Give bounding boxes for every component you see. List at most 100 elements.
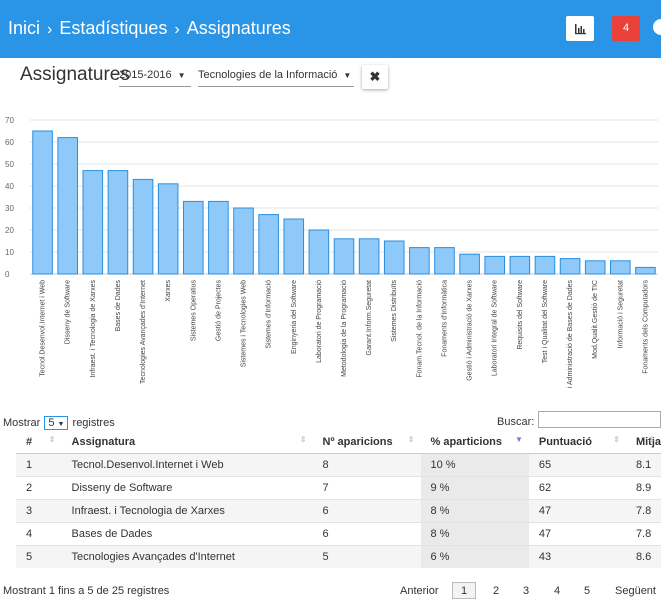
cell-average: 7.8	[625, 522, 661, 546]
cell-average: 8.9	[625, 476, 661, 500]
bar	[82, 170, 104, 275]
sort-icon: ⇕	[299, 435, 307, 444]
x-tick-label: Test i Qualitat del Software	[542, 280, 549, 363]
bar	[132, 178, 154, 275]
cell-appearances: 5	[312, 545, 421, 568]
x-tick-label: Tecnologies Avançades d'Internet	[140, 280, 147, 384]
bar	[57, 137, 78, 275]
cell-score: 47	[528, 499, 626, 523]
breadcrumb-stats-link[interactable]: Estadístiques	[59, 18, 167, 38]
column-header-number[interactable]: # ⇕	[16, 431, 62, 454]
x-tick-label: Enginyeria del Software	[291, 280, 298, 354]
cell-score: 65	[528, 453, 626, 477]
bar	[208, 200, 229, 275]
sort-icon: ⇕	[613, 435, 620, 444]
table-row: 1 Tecnol.Desenvol.Internet i Web 8 10 % …	[16, 453, 661, 477]
cell-number: 1	[16, 453, 62, 477]
column-header-score[interactable]: Puntuació ⇕	[528, 431, 626, 454]
cell-subject: Infraest. i Tecnologia de Xarxes	[61, 499, 313, 523]
chevron-down-icon: ▼	[177, 71, 186, 80]
bar	[459, 253, 480, 275]
bar	[358, 238, 380, 275]
y-tick-label: 60	[5, 138, 14, 147]
table-row: 2 Disseny de Software 7 9 % 62 8.9	[16, 476, 661, 500]
page-length-control: Mostrar 5 ▼ registres	[3, 416, 115, 430]
pagination-previous[interactable]: Anterior	[400, 585, 439, 597]
cell-subject: Bases de Dades	[61, 522, 313, 546]
bar	[409, 247, 430, 275]
pagination-page-1[interactable]: 1	[461, 585, 467, 597]
pagination-page-4[interactable]: 4	[554, 585, 560, 597]
bar	[333, 238, 355, 275]
page-length-select[interactable]: 5 ▼	[44, 416, 69, 430]
clear-filters-button[interactable]: ✖	[362, 65, 388, 89]
bar	[584, 260, 606, 275]
y-tick-label: 30	[5, 204, 14, 213]
column-header-subject[interactable]: Assignatura ⇕	[61, 431, 313, 454]
x-tick-label: Sistemes i Tecnologies Web	[241, 280, 248, 367]
sort-icon: ⇕	[648, 435, 655, 444]
cell-appearances: 6	[312, 522, 421, 546]
page-length-suffix: registres	[72, 417, 115, 429]
bar	[635, 266, 656, 275]
x-tick-label: Mod.Qualit.Gestió de TIC	[592, 280, 599, 359]
x-tick-label: Disseny de Software	[65, 280, 72, 344]
y-tick-label: 10	[5, 248, 14, 257]
page-length-value: 5	[48, 417, 55, 429]
x-tick-label: Fonaments dels Computadors	[642, 280, 649, 374]
chart-view-button[interactable]	[566, 16, 594, 41]
bar	[509, 255, 531, 275]
y-tick-label: 40	[5, 182, 14, 191]
y-tick-label: 70	[5, 116, 14, 125]
pagination-page-5[interactable]: 5	[584, 585, 590, 597]
bar	[32, 130, 53, 275]
degree-select[interactable]: Tecnologies de la Informació ▼	[198, 69, 354, 87]
year-select[interactable]: 2015-2016 ▼	[119, 69, 191, 87]
pagination-next[interactable]: Següent	[615, 585, 656, 597]
cell-appearances: 6	[312, 499, 421, 523]
cell-appearances: 7	[312, 476, 421, 500]
column-header-average[interactable]: Mitja ⇕	[625, 431, 661, 454]
cell-percent: 8 %	[420, 522, 529, 546]
x-tick-label: Garant.Inform.Seguretat	[366, 280, 373, 356]
cell-appearances: 8	[312, 453, 421, 477]
notifications-button[interactable]: 4	[612, 16, 640, 41]
cell-number: 5	[16, 545, 62, 568]
bar	[182, 200, 204, 275]
bar	[107, 170, 129, 275]
x-tick-label: Sistemes d'Informació	[266, 280, 273, 349]
y-tick-label: 50	[5, 160, 14, 169]
column-header-percent[interactable]: % aparticions ▼	[420, 431, 529, 454]
breadcrumb-separator: ›	[47, 21, 53, 38]
pagination-page-3[interactable]: 3	[523, 585, 529, 597]
x-tick-label: Gestió i Administració de Xarxes	[467, 280, 474, 381]
cell-score: 47	[528, 522, 626, 546]
breadcrumb-separator: ›	[174, 21, 180, 38]
x-tick-label: Bases de Dades	[115, 280, 122, 332]
page-length-prefix: Mostrar	[3, 417, 41, 429]
bar	[610, 260, 631, 275]
breadcrumb-current: Assignatures	[186, 18, 291, 38]
user-menu-icon[interactable]	[653, 19, 661, 35]
chevron-down-icon: ▼	[343, 71, 352, 80]
bar	[308, 229, 330, 275]
x-tick-label: Metodologia de la Programació	[341, 280, 348, 377]
x-tick-label: Fonam.Tecnol. de la Informació	[416, 280, 423, 378]
bar	[559, 258, 581, 275]
degree-select-value: Tecnologies de la Informació	[198, 69, 338, 81]
column-header-appearances[interactable]: Nº aparicions ⇕	[312, 431, 421, 454]
search-input[interactable]	[538, 411, 661, 428]
x-tick-label: Requisits del Software	[517, 280, 524, 350]
y-tick-label: 20	[5, 226, 14, 235]
top-bar: Inici › Estadístiques › Assignatures 4	[0, 0, 661, 58]
page-title: Assignatures	[20, 64, 130, 85]
y-tick-label: 0	[5, 270, 10, 279]
cell-score: 62	[528, 476, 626, 500]
breadcrumb-home-link[interactable]: Inici	[8, 18, 40, 38]
x-tick-label: Infraest. i Tecnologia de Xarxes	[90, 280, 97, 378]
pagination-page-2[interactable]: 2	[493, 585, 499, 597]
x-tick-label: Laboratori de Programació	[316, 280, 323, 363]
x-tick-label: Xarxes	[165, 280, 172, 302]
table-row: 3 Infraest. i Tecnologia de Xarxes 6 8 %…	[16, 499, 661, 523]
table-row: 5 Tecnologies Avançades d'Internet 5 6 %…	[16, 545, 661, 568]
